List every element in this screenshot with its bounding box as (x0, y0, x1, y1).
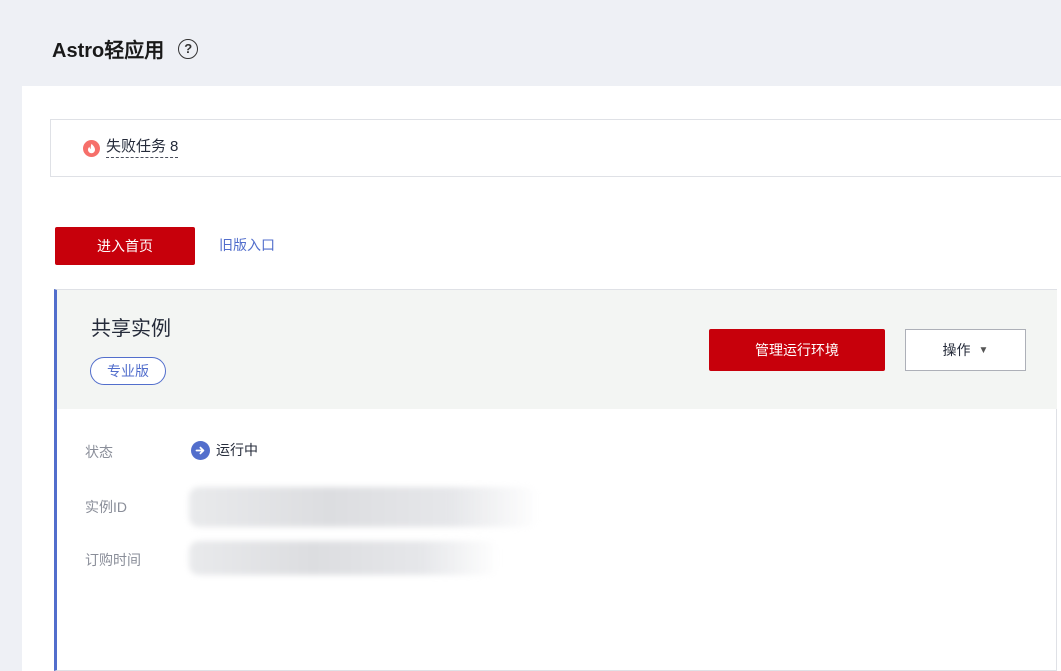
failed-tasks-count: 8 (170, 138, 179, 155)
operations-label: 操作 (942, 342, 971, 358)
help-circle-icon[interactable]: ? (178, 38, 199, 59)
page-title: Astro轻应用 ? (52, 34, 199, 63)
status-text: 运行中 (216, 442, 258, 458)
instance-title: 共享实例 (91, 318, 171, 340)
app-root: Astro轻应用 ? 失败任务 8 进入首页 旧版入口 共享实例 专业版 管理运行… (0, 0, 1061, 671)
status-value: 运行中 (191, 440, 258, 460)
failed-tasks-bar: 失败任务 8 (50, 119, 1061, 177)
instance-card: 共享实例 专业版 管理运行环境 操作 ▼ 状态 运行中 实例ID 订购时间 (54, 289, 1057, 671)
page-header: Astro轻应用 ? (8, 8, 1061, 86)
manage-environment-button[interactable]: 管理运行环境 (709, 329, 885, 371)
instance-card-header: 共享实例 专业版 管理运行环境 操作 ▼ (57, 290, 1057, 409)
order-time-redacted (189, 541, 499, 575)
edition-badge: 专业版 (90, 357, 166, 385)
fire-icon (83, 139, 100, 157)
instance-id-label: 实例ID (85, 499, 127, 515)
enter-home-button[interactable]: 进入首页 (55, 227, 195, 265)
operations-dropdown[interactable]: 操作 ▼ (905, 329, 1026, 371)
order-time-label: 订购时间 (85, 552, 141, 568)
main-content: 失败任务8 进入首页 旧版入口 共享实例 专业版 管理运行环境 操作 ▼ 状态 (22, 86, 1061, 671)
status-label: 状态 (85, 444, 113, 460)
failed-tasks-link[interactable]: 失败任务 8 (106, 138, 179, 158)
instance-id-redacted (189, 487, 539, 527)
old-version-link[interactable]: 旧版入口 (219, 235, 275, 255)
arrow-right-circle-icon (191, 440, 210, 460)
page-title-text: Astro轻应用 (52, 40, 165, 62)
caret-down-icon: ▼ (978, 344, 989, 356)
failed-tasks-label: 失败任务 (106, 138, 167, 155)
